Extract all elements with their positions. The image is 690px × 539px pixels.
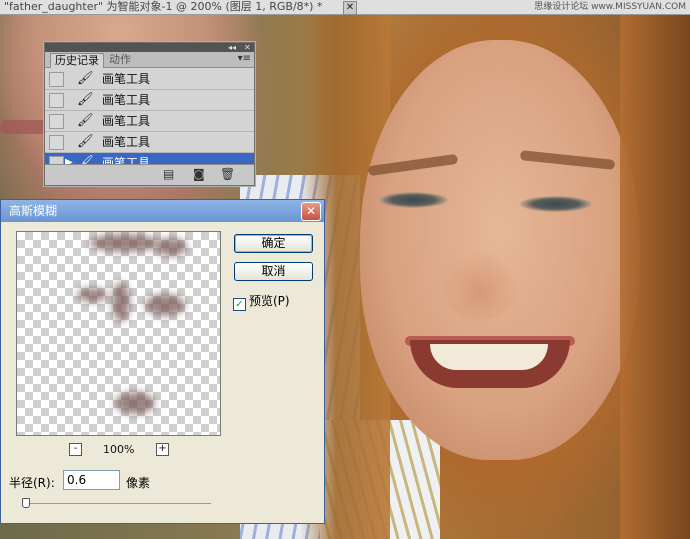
preview-blot: [89, 234, 159, 252]
new-document-from-state-icon[interactable]: ▤: [163, 167, 174, 181]
filter-preview[interactable]: [16, 231, 221, 436]
history-state[interactable]: 🖌 画笔工具: [45, 69, 254, 90]
left-eye: [378, 192, 448, 208]
preview-zoom-controls: - 100% +: [16, 442, 219, 458]
teeth: [430, 344, 548, 370]
brush-icon: 🖌: [77, 71, 94, 86]
preview-blot: [77, 288, 107, 302]
right-eye: [520, 196, 592, 212]
preview-checkbox[interactable]: ✓ 预览(P): [233, 292, 290, 311]
new-snapshot-icon[interactable]: ◙: [193, 167, 205, 181]
radius-unit: 像素: [126, 476, 151, 490]
history-state[interactable]: 🖌 画笔工具: [45, 132, 254, 153]
cancel-button[interactable]: 取消: [234, 262, 313, 281]
collapse-panel-icon[interactable]: ◂◂: [228, 43, 236, 52]
brush-icon: 🖌: [77, 134, 94, 149]
checkbox-check-icon[interactable]: ✓: [233, 298, 246, 311]
tab-history[interactable]: 历史记录: [50, 53, 104, 68]
history-footer: ▤ ◙ 🗑: [45, 164, 254, 185]
dialog-close-icon[interactable]: ✕: [301, 202, 321, 221]
panel-header-strip: ◂◂ ✕: [45, 43, 254, 52]
radius-slider-thumb[interactable]: [22, 498, 30, 508]
hair-right: [620, 0, 690, 539]
nose: [440, 250, 520, 320]
watermark: 思缘设计论坛 www.MISSYUAN.COM: [534, 2, 686, 12]
woman-face: [360, 40, 640, 460]
close-panel-icon[interactable]: ✕: [244, 43, 251, 52]
radius-input[interactable]: 0.6: [63, 470, 120, 490]
history-panel: ◂◂ ✕ 历史记录 动作 ▾≡ 🖌 画笔工具 🖌 画笔工具 🖌 画笔工具 🖌 画…: [44, 42, 255, 186]
dialog-title-bar[interactable]: 高斯模糊 ✕: [1, 200, 324, 222]
preview-blot: [145, 294, 185, 316]
ok-button[interactable]: 确定: [234, 234, 313, 253]
radius-slider-track[interactable]: [23, 503, 211, 504]
history-state[interactable]: 🖌 画笔工具: [45, 90, 254, 111]
radius-label: 半径(R):: [9, 476, 55, 490]
history-state-label: 画笔工具: [102, 72, 151, 86]
preview-blot: [115, 392, 155, 414]
panel-tabs: 历史记录 动作 ▾≡: [45, 52, 254, 68]
brush-icon: 🖌: [77, 113, 94, 128]
preview-blot: [112, 282, 130, 322]
delete-icon[interactable]: 🗑: [220, 167, 235, 181]
history-state-label: 画笔工具: [102, 114, 151, 128]
history-source-checkbox[interactable]: [49, 114, 64, 129]
history-source-checkbox[interactable]: [49, 72, 64, 87]
history-state-label: 画笔工具: [102, 135, 151, 149]
panel-menu-icon[interactable]: ▾≡: [238, 53, 251, 64]
zoom-level: 100%: [103, 443, 135, 456]
history-list: 🖌 画笔工具 🖌 画笔工具 🖌 画笔工具 🖌 画笔工具 ▶ 🖌 画笔工具: [45, 69, 254, 165]
history-source-checkbox[interactable]: [49, 93, 64, 108]
gaussian-blur-dialog: 高斯模糊 ✕ - 100% + 确定 取消 ✓ 预览(P) 半径(R): 0.6 …: [0, 199, 325, 524]
document-close-icon[interactable]: ✕: [343, 1, 357, 15]
history-state[interactable]: 🖌 画笔工具: [45, 111, 254, 132]
zoom-in-button[interactable]: +: [156, 443, 169, 456]
tab-actions[interactable]: 动作: [105, 53, 135, 67]
zoom-out-button[interactable]: -: [69, 443, 82, 456]
document-tab: "father_daughter" 为智能对象-1 @ 200% (图层 1, …: [0, 0, 690, 15]
document-title: "father_daughter" 为智能对象-1 @ 200% (图层 1, …: [4, 0, 323, 13]
history-state-label: 画笔工具: [102, 93, 151, 107]
preview-blot: [155, 238, 187, 256]
preview-checkbox-label: 预览(P): [249, 294, 290, 308]
history-source-checkbox[interactable]: [49, 135, 64, 150]
brush-icon: 🖌: [77, 92, 94, 107]
dialog-title: 高斯模糊: [9, 204, 58, 218]
